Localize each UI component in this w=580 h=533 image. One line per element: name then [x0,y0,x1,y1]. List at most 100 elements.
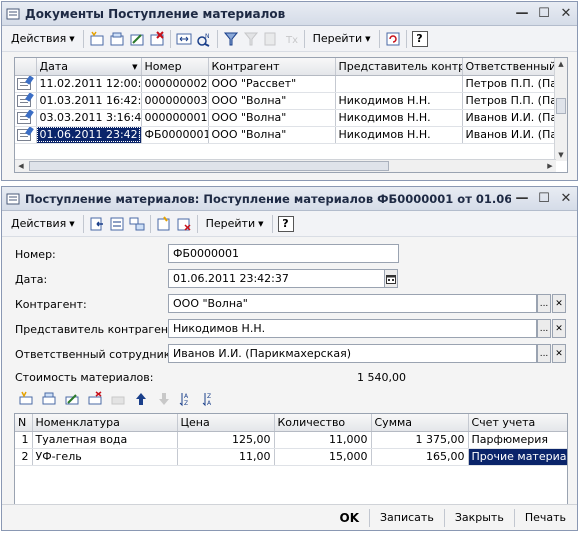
scroll-thumb[interactable] [556,98,566,114]
save-button[interactable]: Записать [373,508,441,528]
table-row[interactable]: 2 УФ-гель 11,00 15,000 165,00 Прочие мат… [15,448,567,466]
svg-text:A: A [207,400,212,407]
col-number[interactable]: Номер [141,58,209,76]
scroll-up-icon[interactable]: ▲ [555,58,567,70]
col-item[interactable]: Номенклатура [32,414,178,432]
scroll-left-icon[interactable]: ◀ [15,160,27,172]
col-rep[interactable]: Представитель контра... [335,58,463,76]
table-row[interactable]: 03.03.2011 3:16:43 000000001 ООО "Волна"… [15,109,567,127]
maximize-button[interactable]: ☐ [533,4,555,24]
document-icon [17,129,31,141]
maximize-button[interactable]: ☐ [533,189,555,209]
resp-field[interactable]: Иванов И.И. (Парикмахерская) [168,344,537,363]
structure-icon[interactable] [127,214,147,234]
goto-menu[interactable]: Перейти ▼ [308,29,376,49]
interval-icon[interactable] [174,29,194,49]
sort-desc-icon[interactable]: ZA [200,389,220,409]
fill-icon[interactable] [154,214,174,234]
clear-filter-icon[interactable]: Tx [281,29,301,49]
move-down-icon[interactable] [154,389,174,409]
goto-menu[interactable]: Перейти ▼ [201,214,269,234]
calendar-icon[interactable] [384,269,398,288]
sort-asc-icon[interactable]: AZ [177,389,197,409]
col-price[interactable]: Цена [177,414,275,432]
materials-table[interactable]: N Номенклатура Цена Количество Сумма Сче… [14,413,568,505]
rep-clear-icon[interactable]: ✕ [552,319,566,338]
document-icon [17,78,31,90]
row-delete-icon[interactable] [85,389,105,409]
history-icon[interactable] [261,29,281,49]
resp-clear-icon[interactable]: ✕ [552,344,566,363]
document-form-window: Поступление материалов: Поступление мате… [1,186,578,531]
form-toolbar: Действия ▼ Перейти ▼ ? [2,211,577,237]
find-icon[interactable]: N [194,29,214,49]
add-icon[interactable] [87,29,107,49]
refresh-icon[interactable] [383,29,403,49]
filter-off-icon[interactable] [241,29,261,49]
col-resp[interactable]: Ответственный со [462,58,567,76]
scroll-down-icon[interactable]: ▼ [555,149,567,161]
number-field[interactable]: ФБ0000001 [168,244,399,263]
table-toolbar: AZ ZA [16,389,220,409]
rep-field[interactable]: Никодимов Н.Н. [168,319,537,338]
actions-menu[interactable]: Действия ▼ [6,29,80,49]
resp-select-button[interactable]: ... [537,344,551,363]
add-copy-icon[interactable] [107,29,127,49]
document-icon [17,95,31,107]
row-edit-icon[interactable] [62,389,82,409]
documents-table[interactable]: Дата ▼ Номер Контрагент Представитель кон… [14,57,568,173]
list-window-icon [6,7,20,21]
form-window-icon [6,192,20,206]
minimize-button[interactable]: — [511,189,533,209]
table-row[interactable]: 11.02.2011 12:00:00 000000002 ООО "Рассв… [15,75,567,93]
resp-label: Ответственный сотрудник: [15,348,175,361]
print-button[interactable]: Печать [518,508,573,528]
svg-text:Z: Z [184,400,188,407]
close-button[interactable]: ✕ [555,189,577,209]
table-row-selected[interactable]: 01.06.2011 23:42:37 ФБ0000001 ООО "Волна… [15,126,567,144]
help-icon[interactable]: ? [276,214,296,234]
row-add-icon[interactable] [16,389,36,409]
mark-delete-icon[interactable] [147,29,167,49]
rep-select-button[interactable]: ... [537,319,551,338]
col-n[interactable]: N [15,414,33,432]
horizontal-scrollbar[interactable]: ◀ ▶ [15,159,556,172]
cost-value: 1 540,00 [357,371,406,384]
table-row[interactable]: 1 Туалетная вода 125,00 11,000 1 375,00 … [15,431,567,449]
row-copy-icon[interactable] [39,389,59,409]
form-titlebar: Поступление материалов: Поступление мате… [2,187,577,211]
vertical-scrollbar[interactable]: ▲ ▼ [554,58,567,161]
col-sum[interactable]: Сумма [371,414,469,432]
col-icon [15,58,37,76]
form-footer: OK Записать Закрыть Печать [2,504,577,530]
contractor-label: Контрагент: [15,298,87,311]
contractor-select-button[interactable]: ... [537,294,551,313]
rep-label: Представитель контрагента: [15,323,185,336]
col-date[interactable]: Дата ▼ [36,58,142,76]
hscroll-thumb[interactable] [29,161,389,171]
table-header: Дата ▼ Номер Контрагент Представитель кон… [15,58,567,76]
col-account[interactable]: Счет учета [468,414,567,432]
ok-button[interactable]: OK [333,508,367,528]
edit-icon[interactable] [127,29,147,49]
date-field[interactable]: 01.06.2011 23:42:37 [168,269,385,288]
row-end-edit-icon[interactable] [108,389,128,409]
contractor-clear-icon[interactable]: ✕ [552,294,566,313]
table-row[interactable]: 01.03.2011 16:42:13 000000003 ООО "Волна… [15,92,567,110]
help-icon[interactable]: ? [410,29,430,49]
filter-icon[interactable] [221,29,241,49]
contractor-field[interactable]: ООО "Волна" [168,294,537,313]
svg-text:Z: Z [207,393,211,400]
move-up-icon[interactable] [131,389,151,409]
col-contractor[interactable]: Контрагент [208,58,336,76]
close-button[interactable]: ✕ [555,4,577,24]
actions-menu[interactable]: Действия ▼ [6,214,80,234]
movements-icon[interactable] [107,214,127,234]
number-label: Номер: [15,248,56,261]
col-qty[interactable]: Количество [274,414,372,432]
scroll-right-icon[interactable]: ▶ [544,160,556,172]
close-form-button[interactable]: Закрыть [448,508,511,528]
minimize-button[interactable]: — [511,4,533,24]
clear-icon[interactable] [174,214,194,234]
post-icon[interactable] [87,214,107,234]
